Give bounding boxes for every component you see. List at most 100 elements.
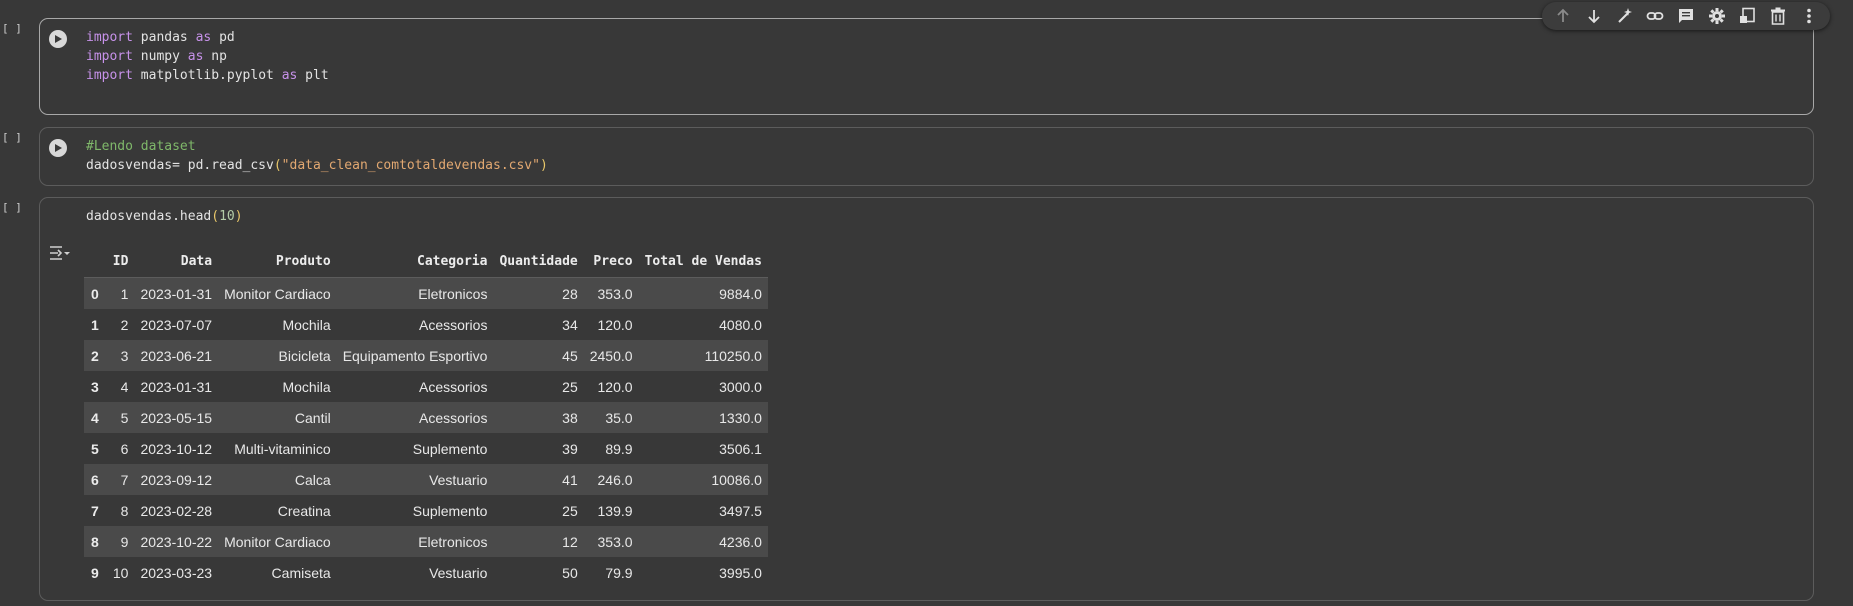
cell-id: 9 <box>120 533 129 550</box>
cell-produto: Cantil <box>294 409 331 426</box>
cell-2-execution-count: [ ] <box>2 131 22 144</box>
code-cell-imports[interactable]: import pandas as pd import numpy as np i… <box>39 18 1814 115</box>
code-line: import numpy as np <box>86 49 227 64</box>
cell-produto: Mochila <box>282 316 331 333</box>
cell-data: 2023-09-12 <box>140 471 213 488</box>
play-icon <box>55 35 62 43</box>
row-index: 2 <box>91 347 99 364</box>
table-row: 4 5 2023-05-15 Cantil Acessorios 38 35.0 1330.0 <box>84 402 768 433</box>
table-row: 8 9 2023-10-22 Monitor Cardiaco Eletronicos 1… <box>84 526 768 557</box>
cell-id: 7 <box>120 471 129 488</box>
cell-preco: 246.0 <box>597 471 633 488</box>
column-header-total-de-vendas: Total de Vendas <box>638 246 768 278</box>
code-cell-read-csv[interactable]: #Lendo dataset dadosvendas= pd.read_csv(… <box>39 127 1814 186</box>
more-vert-icon <box>1806 8 1811 24</box>
cell-produto: Creatina <box>277 502 331 519</box>
cell-categoria: Acessorios <box>418 409 488 426</box>
cell-total: 10086.0 <box>711 471 762 488</box>
delete-cell-button[interactable] <box>1765 4 1791 28</box>
code-line: dadosvendas= pd.read_csv("data_clean_com… <box>86 158 548 173</box>
add-comment-button[interactable] <box>1673 4 1699 28</box>
cell-id: 5 <box>120 409 129 426</box>
code-editor[interactable]: dadosvendas.head(10) <box>86 207 243 226</box>
run-cell-button[interactable] <box>49 139 67 157</box>
cell-id: 8 <box>120 502 129 519</box>
comment-icon <box>1678 9 1693 23</box>
arrow-down-icon <box>1588 10 1600 24</box>
cell-id: 2 <box>120 316 129 333</box>
code-editor[interactable]: #Lendo dataset dadosvendas= pd.read_csv(… <box>86 137 548 175</box>
cell-produto: Mochila <box>282 378 331 395</box>
cell-data: 2023-02-28 <box>140 502 213 519</box>
code-cell-head[interactable]: dadosvendas.head(10) ID Data Produto Cat… <box>39 197 1814 601</box>
dataframe-output: ID Data Produto Categoria Quantidade Pre… <box>84 246 768 588</box>
cell-categoria: Acessorios <box>418 378 488 395</box>
cell-preco: 120.0 <box>597 378 633 395</box>
cell-total: 110250.0 <box>704 347 762 364</box>
table-row: 9 10 2023-03-23 Camiseta Vestuario 50 79.9 3995… <box>84 557 768 588</box>
cell-total: 3506.1 <box>719 440 762 457</box>
cell-categoria: Vestuario <box>429 564 488 581</box>
cell-preco: 353.0 <box>597 533 633 550</box>
cell-preco: 79.9 <box>605 564 633 581</box>
cell-quantidade: 34 <box>562 316 578 333</box>
output-actions-button[interactable] <box>49 245 71 266</box>
cell-quantidade: 50 <box>562 564 578 581</box>
cell-data: 2023-05-15 <box>140 409 213 426</box>
code-editor[interactable]: import pandas as pd import numpy as np i… <box>86 28 329 85</box>
cell-categoria: Acessorios <box>418 316 488 333</box>
cell-data: 2023-10-22 <box>140 533 213 550</box>
cell-categoria: Vestuario <box>429 471 488 488</box>
cell-produto: Camiseta <box>271 564 331 581</box>
cell-quantidade: 25 <box>562 502 578 519</box>
cell-data: 2023-06-21 <box>140 347 213 364</box>
copy-link-button[interactable] <box>1642 4 1668 28</box>
row-index: 9 <box>91 564 99 581</box>
cell-preco: 89.9 <box>605 440 633 457</box>
cell-categoria: Suplemento <box>412 440 488 457</box>
cell-toolbar <box>1542 2 1830 30</box>
cell-total: 4080.0 <box>719 316 762 333</box>
link-icon <box>1646 12 1664 20</box>
cell-total: 9884.0 <box>719 285 762 302</box>
gear-icon <box>1708 8 1725 24</box>
cell-categoria: Suplemento <box>412 502 488 519</box>
cell-total: 4236.0 <box>719 533 762 550</box>
output-menu-icon <box>50 246 70 260</box>
cell-quantidade: 45 <box>562 347 578 364</box>
row-index: 7 <box>91 502 99 519</box>
code-line: dadosvendas.head(10) <box>86 209 243 224</box>
table-row: 7 8 2023-02-28 Creatina Suplemento 25 139.9 349… <box>84 495 768 526</box>
cell-produto: Monitor Cardiaco <box>224 285 331 302</box>
cell-data: 2023-01-31 <box>140 378 213 395</box>
row-index: 1 <box>91 316 99 333</box>
table-row: 5 6 2023-10-12 Multi-vitaminico Suplemento 39… <box>84 433 768 464</box>
cell-total: 3000.0 <box>719 378 762 395</box>
mirror-cell-button[interactable] <box>1734 4 1760 28</box>
move-cell-up-button[interactable] <box>1550 4 1576 28</box>
arrow-up-icon <box>1557 8 1569 22</box>
cell-settings-button[interactable] <box>1704 4 1730 28</box>
run-cell-button[interactable] <box>49 30 67 48</box>
row-index: 5 <box>91 440 99 457</box>
play-icon <box>55 144 62 152</box>
row-index: 8 <box>91 533 99 550</box>
column-header-quantidade: Quantidade <box>493 246 584 278</box>
cell-total: 3995.0 <box>719 564 762 581</box>
cell-quantidade: 38 <box>562 409 578 426</box>
cell-preco: 353.0 <box>597 285 633 302</box>
code-line: import pandas as pd <box>86 30 235 45</box>
cell-quantidade: 25 <box>562 378 578 395</box>
cell-id: 6 <box>120 440 129 457</box>
magic-wand-button[interactable] <box>1612 4 1638 28</box>
cell-quantidade: 41 <box>562 471 578 488</box>
table-row: 2 3 2023-06-21 Bicicleta Equipamento Esporti… <box>84 340 768 371</box>
column-header-index <box>84 246 107 278</box>
cell-categoria: Eletronicos <box>418 285 488 302</box>
cell-total: 1330.0 <box>719 409 762 426</box>
cell-preco: 139.9 <box>597 502 633 519</box>
table-row: 0 1 2023-01-31 Monitor Cardiaco Eletronicos 2… <box>84 277 768 309</box>
cell-quantidade: 39 <box>562 440 578 457</box>
more-options-button[interactable] <box>1796 4 1822 28</box>
move-cell-down-button[interactable] <box>1581 4 1607 28</box>
